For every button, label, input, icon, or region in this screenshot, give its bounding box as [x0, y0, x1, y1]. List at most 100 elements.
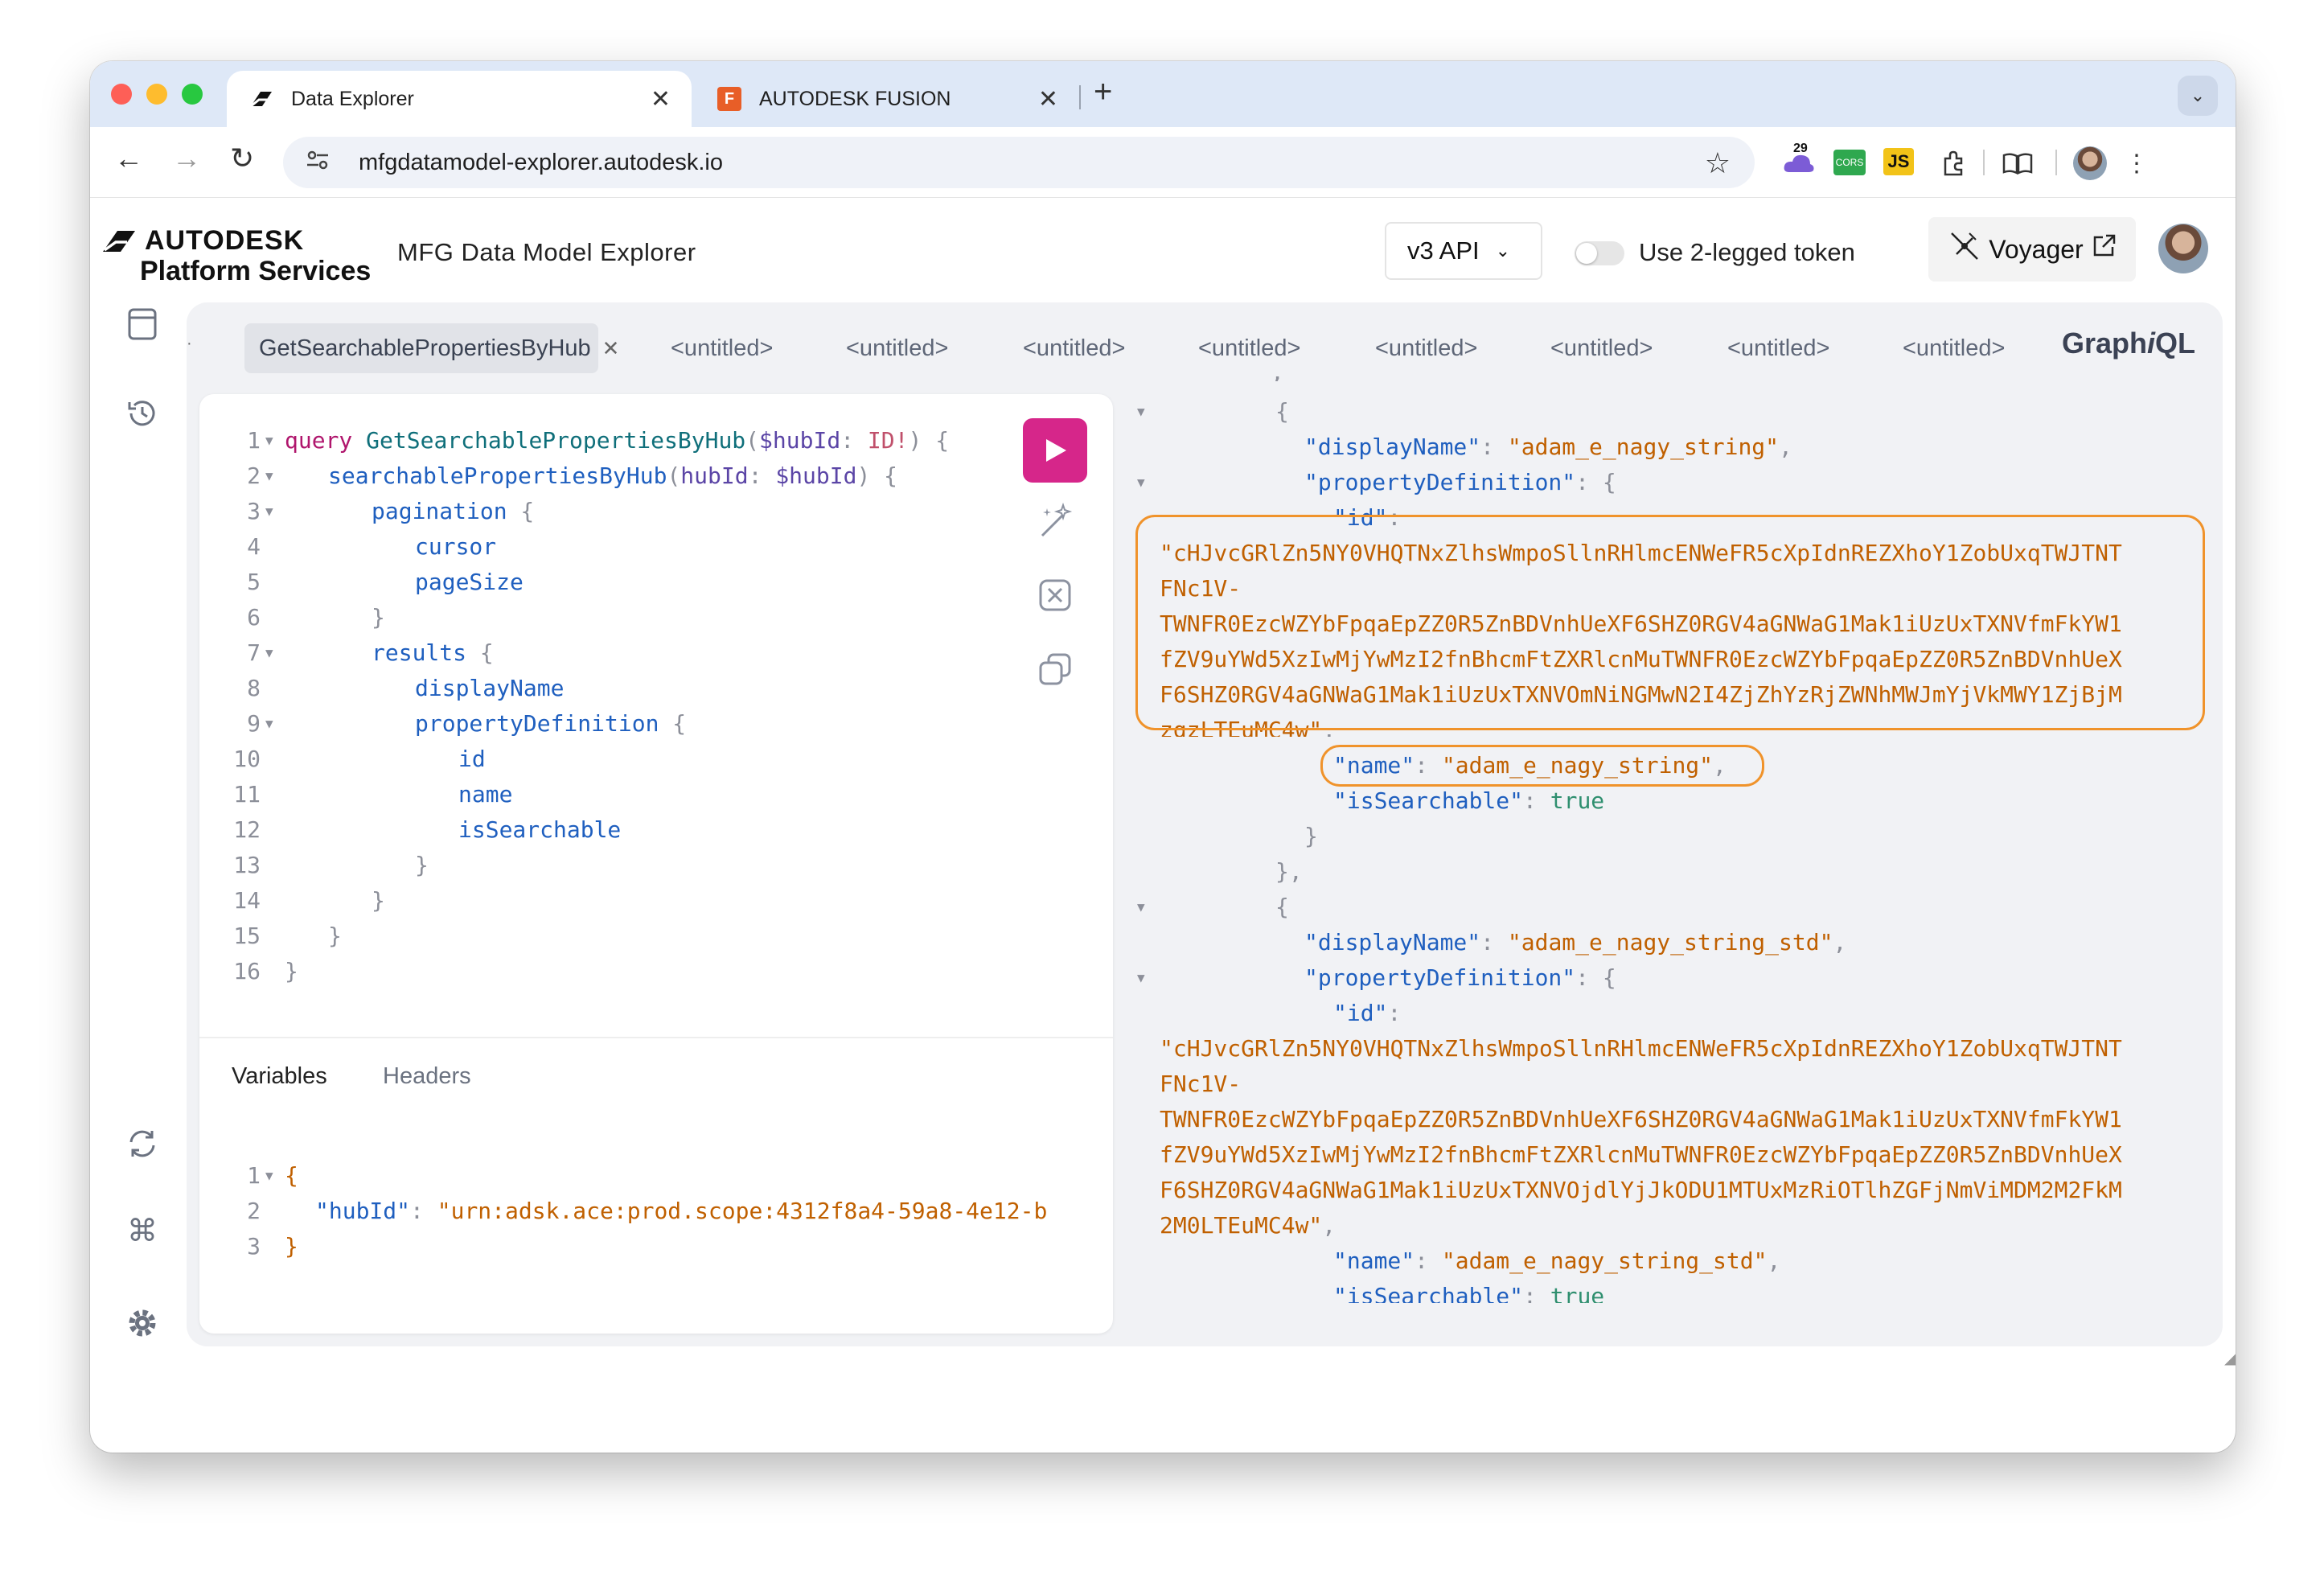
autodesk-favicon-icon: [249, 87, 273, 111]
documentation-explorer-icon[interactable]: [122, 307, 162, 349]
line-number: 2: [247, 1198, 261, 1224]
fold-arrow-icon[interactable]: ▼: [1137, 960, 1145, 996]
close-tab-icon[interactable]: ✕: [651, 85, 671, 113]
fold-arrow-icon[interactable]: ▼: [1137, 890, 1145, 925]
cors-extension-icon[interactable]: CORS: [1833, 150, 1866, 175]
js-extension-icon[interactable]: JS: [1883, 148, 1914, 175]
fold-arrow-icon[interactable]: ▼: [265, 635, 273, 671]
fusion-favicon-icon: F: [717, 87, 741, 111]
site-settings-icon[interactable]: [306, 150, 338, 176]
code-line: id: [458, 742, 486, 777]
code-line: pageSize: [415, 565, 524, 600]
minimize-window-button[interactable]: [146, 84, 167, 105]
code-line: }: [328, 923, 342, 949]
fold-arrow-icon[interactable]: ▼: [1137, 465, 1145, 500]
field-token: results: [372, 639, 467, 666]
browser-profile-avatar[interactable]: [2073, 146, 2107, 180]
user-avatar[interactable]: [2158, 224, 2208, 273]
code-line: "displayName": "adam_e_nagy_string",: [1304, 434, 1792, 460]
browser-tab-data-explorer[interactable]: Data Explorer ✕: [227, 71, 692, 127]
field-token: pagination: [372, 498, 507, 524]
code-line: "isSearchable": true: [1333, 1279, 1604, 1303]
line-number: 8: [247, 675, 261, 701]
two-legged-token-label: Use 2-legged token: [1639, 238, 1855, 266]
prettify-magic-wand-icon[interactable]: [1031, 502, 1079, 549]
autodesk-logo[interactable]: AUTODESK: [103, 225, 304, 257]
query-tab[interactable]: <untitled>: [1727, 323, 1829, 373]
field-token: pageSize: [415, 569, 524, 595]
two-legged-token-toggle[interactable]: [1575, 241, 1624, 265]
line-number: 3: [247, 1233, 261, 1260]
bookmark-star-icon[interactable]: ☆: [1705, 146, 1731, 180]
chevron-down-icon: ⌄: [1495, 240, 1511, 261]
app-header: AUTODESK Platform Services MFG Data Mode…: [90, 198, 2236, 286]
code-line: },: [1275, 858, 1303, 885]
json-key-token: "isSearchable": [1333, 1283, 1524, 1303]
code-line: "name": "adam_e_nagy_string_std",: [1333, 1247, 1781, 1274]
close-query-tab-icon[interactable]: ✕: [602, 336, 620, 361]
fold-arrow-icon[interactable]: ▼: [265, 494, 273, 529]
line-number: 10: [233, 746, 261, 772]
code-line: 2M0LTEuMC4w",: [1160, 1212, 1337, 1239]
query-tab[interactable]: <untitled>: [1550, 323, 1653, 373]
field-token: propertyDefinition: [415, 710, 659, 737]
keyboard-shortcuts-command-icon[interactable]: ⌘: [122, 1213, 162, 1249]
id-highlight-box: [1135, 515, 2205, 730]
browser-tab-title: Data Explorer: [291, 87, 414, 110]
close-window-button[interactable]: [111, 84, 132, 105]
query-tab[interactable]: <untitled>: [846, 323, 948, 373]
refetch-schema-icon[interactable]: [122, 1128, 162, 1168]
line-number: 15: [233, 923, 261, 949]
field-token: displayName: [415, 675, 565, 701]
field-token: name: [458, 781, 513, 808]
forward-arrow-icon[interactable]: →: [172, 142, 201, 175]
query-tab[interactable]: <untitled>: [1375, 323, 1477, 373]
code-line: }: [372, 604, 385, 631]
voyager-button[interactable]: Voyager: [1928, 217, 2136, 282]
merge-fragments-icon[interactable]: [1031, 576, 1079, 623]
json-boolean-token: true: [1550, 1283, 1605, 1303]
back-arrow-icon[interactable]: ←: [114, 142, 143, 175]
fold-arrow-icon[interactable]: ▼: [265, 706, 273, 742]
variables-tab[interactable]: Variables: [232, 1063, 327, 1090]
json-string-line: 2M0LTEuMC4w": [1160, 1212, 1323, 1239]
query-tab[interactable]: <untitled>: [1198, 323, 1300, 373]
extensions-puzzle-icon[interactable]: [1936, 146, 1970, 180]
execute-query-button[interactable]: [1023, 418, 1087, 483]
json-key-token: "displayName": [1304, 929, 1481, 956]
history-icon[interactable]: [122, 397, 162, 438]
variable-token: $hubId: [775, 462, 857, 489]
resize-grip-icon[interactable]: ◢: [2224, 1348, 2236, 1368]
fold-arrow-icon[interactable]: ▼: [265, 1158, 273, 1194]
code-line: isSearchable: [458, 812, 621, 848]
zoom-window-button[interactable]: [182, 84, 203, 105]
fold-arrow-icon[interactable]: ▼: [265, 458, 273, 494]
headers-tab[interactable]: Headers: [383, 1063, 471, 1090]
fold-arrow-icon[interactable]: ▼: [1137, 394, 1145, 429]
line-number: 2: [247, 462, 261, 489]
query-tab[interactable]: <untitled>: [671, 323, 773, 373]
api-version-select[interactable]: v3 API ⌄: [1385, 222, 1542, 280]
variable-token: $hubId: [759, 427, 841, 454]
close-tab-icon[interactable]: ✕: [1038, 85, 1058, 113]
query-tab-active[interactable]: GetSearchablePropertiesByHub ✕: [244, 323, 619, 373]
browser-tab-autodesk-fusion[interactable]: F AUTODESK FUSION ✕: [701, 71, 1079, 127]
settings-gear-icon[interactable]: [122, 1306, 162, 1348]
reload-icon[interactable]: ↻: [230, 142, 254, 175]
graphiql-logo-part: Graph: [2062, 327, 2148, 360]
fold-arrow-icon[interactable]: ▼: [265, 423, 273, 458]
copy-query-icon[interactable]: [1031, 650, 1079, 697]
line-number: 11: [233, 781, 261, 808]
json-key-token: "name": [1333, 1247, 1415, 1274]
new-tab-plus-icon[interactable]: +: [1094, 74, 1112, 110]
query-tab[interactable]: <untitled>: [1903, 323, 2005, 373]
browser-menu-kebab-icon[interactable]: ⋮: [2125, 146, 2149, 180]
line-number: 1: [247, 427, 261, 454]
code-line: "hubId": "urn:adsk.ace:prod.scope:4312f8…: [315, 1198, 1048, 1224]
json-key-token: "isSearchable": [1333, 787, 1524, 814]
query-tab[interactable]: <untitled>: [1023, 323, 1125, 373]
reading-list-icon[interactable]: [1999, 146, 2036, 180]
type-token: ID!: [867, 427, 909, 454]
address-bar[interactable]: mfgdatamodel-explorer.autodesk.io ☆: [283, 137, 1755, 188]
tab-search-chevron-icon[interactable]: ⌄: [2178, 76, 2218, 116]
